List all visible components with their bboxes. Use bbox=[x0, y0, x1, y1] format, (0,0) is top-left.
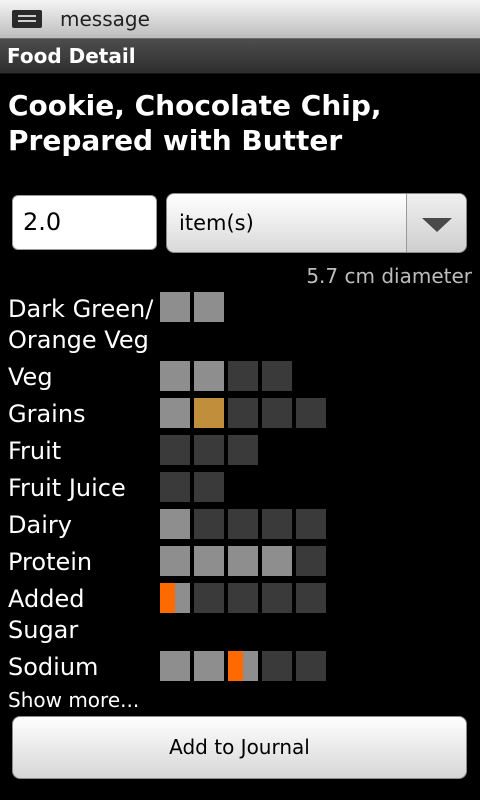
food-group-label: Protein bbox=[8, 548, 93, 576]
serving-boxes bbox=[160, 546, 326, 576]
food-group-label: Fruit Juice bbox=[8, 474, 126, 502]
serving-box-filled bbox=[160, 398, 190, 428]
message-icon bbox=[12, 10, 42, 28]
serving-box-empty bbox=[296, 398, 326, 428]
serving-boxes bbox=[160, 472, 224, 502]
show-more-link[interactable]: Show more... bbox=[8, 688, 139, 712]
add-to-journal-button[interactable]: Add to Journal bbox=[12, 716, 467, 779]
serving-boxes bbox=[160, 292, 224, 322]
food-group-label: Added Sugar bbox=[8, 585, 85, 644]
serving-box-filled bbox=[194, 292, 224, 322]
food-name: Cookie, Chocolate Chip, Prepared with Bu… bbox=[8, 89, 382, 157]
serving-box-empty bbox=[296, 583, 326, 613]
serving-size-note: 5.7 cm diameter bbox=[306, 264, 472, 288]
food-group-label: Sodium bbox=[8, 653, 99, 681]
serving-box-empty bbox=[296, 546, 326, 576]
serving-box-filled bbox=[160, 546, 190, 576]
serving-boxes bbox=[160, 651, 326, 681]
serving-boxes bbox=[160, 435, 258, 465]
serving-box-empty bbox=[194, 472, 224, 502]
title-bar: Food Detail bbox=[0, 38, 480, 74]
serving-boxes bbox=[160, 583, 326, 613]
unit-selected-value: item(s) bbox=[179, 211, 254, 235]
serving-box-empty bbox=[262, 509, 292, 539]
serving-box-empty bbox=[228, 509, 258, 539]
serving-box-empty bbox=[228, 398, 258, 428]
serving-box-empty bbox=[296, 509, 326, 539]
serving-box-filled bbox=[228, 546, 258, 576]
serving-box-filled bbox=[160, 509, 190, 539]
serving-box-empty bbox=[262, 583, 292, 613]
status-notification-text: message bbox=[60, 7, 150, 31]
unit-dropdown[interactable]: item(s) bbox=[166, 193, 467, 253]
chevron-down-icon bbox=[422, 218, 452, 232]
serving-box-highlighted bbox=[194, 398, 224, 428]
food-group-label: Dairy bbox=[8, 511, 72, 539]
food-group-label: Veg bbox=[8, 363, 53, 391]
serving-box-empty bbox=[296, 651, 326, 681]
serving-box-empty bbox=[194, 435, 224, 465]
unit-dropdown-button[interactable] bbox=[407, 194, 466, 252]
serving-box-filled bbox=[262, 546, 292, 576]
status-bar: message bbox=[0, 0, 480, 38]
serving-box-partial-fill bbox=[228, 651, 243, 681]
serving-box-filled bbox=[160, 361, 190, 391]
serving-box-empty bbox=[194, 583, 224, 613]
serving-box-filled bbox=[194, 651, 224, 681]
serving-boxes bbox=[160, 398, 326, 428]
serving-box-empty bbox=[160, 472, 190, 502]
serving-box-empty bbox=[262, 398, 292, 428]
quantity-input[interactable]: 2.0 bbox=[12, 195, 157, 250]
serving-box-empty bbox=[228, 435, 258, 465]
serving-box-empty bbox=[160, 435, 190, 465]
serving-boxes bbox=[160, 361, 292, 391]
serving-box-filled bbox=[160, 292, 190, 322]
serving-box-filled bbox=[194, 546, 224, 576]
serving-box-partial bbox=[228, 651, 258, 681]
food-group-label: Fruit bbox=[8, 437, 62, 465]
serving-box-filled bbox=[194, 361, 224, 391]
serving-box-filled bbox=[160, 651, 190, 681]
serving-box-empty bbox=[262, 651, 292, 681]
food-group-label: Grains bbox=[8, 400, 86, 428]
screen-title: Food Detail bbox=[7, 44, 136, 68]
serving-box-partial-fill bbox=[160, 583, 175, 613]
serving-box-empty bbox=[228, 583, 258, 613]
serving-box-empty bbox=[262, 361, 292, 391]
food-group-label: Dark Green/Orange Veg bbox=[8, 295, 154, 354]
serving-box-partial bbox=[160, 583, 190, 613]
serving-boxes bbox=[160, 509, 326, 539]
serving-box-empty bbox=[194, 509, 224, 539]
serving-box-empty bbox=[228, 361, 258, 391]
